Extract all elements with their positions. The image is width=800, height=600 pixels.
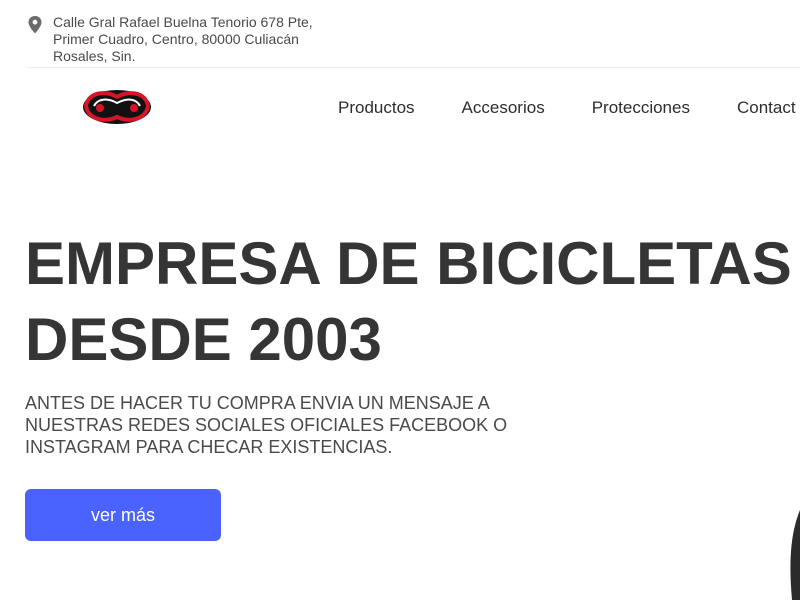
- nav-item-productos[interactable]: Productos: [338, 98, 415, 118]
- main-navbar: Productos Accesorios Protecciones Contac…: [0, 68, 800, 148]
- ver-mas-button[interactable]: ver más: [25, 489, 221, 541]
- nav-item-contact[interactable]: Contact: [737, 98, 796, 118]
- nav-item-protecciones[interactable]: Protecciones: [592, 98, 690, 118]
- headline-line-2: DESDE 2003: [25, 306, 382, 373]
- nav-item-accesorios[interactable]: Accesorios: [462, 98, 545, 118]
- headline-line-1: EMPRESA DE BICICLETAS: [25, 230, 792, 297]
- hero-subtext: ANTES DE HACER TU COMPRA ENVIA UN MENSAJ…: [25, 393, 508, 457]
- map-pin-icon: [28, 16, 42, 34]
- top-info-bar: Calle Gral Rafael Buelna Tenorio 678 Pte…: [0, 0, 800, 68]
- brand-logo[interactable]: [80, 86, 154, 128]
- address-block: Calle Gral Rafael Buelna Tenorio 678 Pte…: [27, 14, 343, 65]
- hero-section: EMPRESA DE BICICLETAS DESDE 2003 ANTES D…: [0, 148, 800, 600]
- hero-image-edge: [790, 510, 800, 600]
- hero-headline: EMPRESA DE BICICLETAS DESDE 2003: [25, 226, 792, 378]
- address-text: Calle Gral Rafael Buelna Tenorio 678 Pte…: [53, 14, 313, 64]
- primary-nav: Productos Accesorios Protecciones Contac…: [338, 68, 800, 148]
